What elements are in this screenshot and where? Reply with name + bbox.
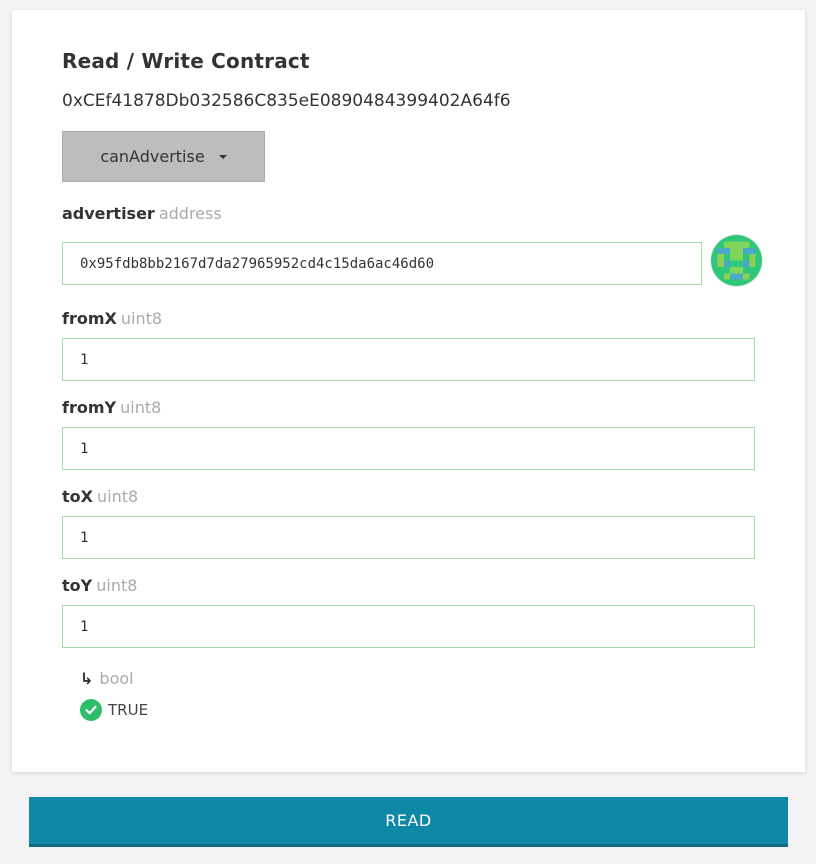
return-type: ↳ bool xyxy=(80,669,134,688)
fromX-input[interactable] xyxy=(62,338,755,381)
toY-input[interactable] xyxy=(62,605,755,648)
return-type-label: bool xyxy=(99,669,134,688)
read-button[interactable]: READ xyxy=(29,797,788,847)
param-type: address xyxy=(158,204,222,223)
caret-down-icon xyxy=(218,154,227,159)
param-label-fromX: fromX uint8 xyxy=(62,309,162,328)
param-label-advertiser: advertiser address xyxy=(62,204,222,223)
param-type: uint8 xyxy=(96,487,139,506)
return-value: TRUE xyxy=(80,699,148,721)
param-name: toY xyxy=(62,576,93,595)
fromY-input[interactable] xyxy=(62,427,755,470)
contract-address: 0xCEf41878Db032586C835eE0890484399402A64… xyxy=(62,91,511,111)
toX-input[interactable] xyxy=(62,516,755,559)
param-label-toX: toX uint8 xyxy=(62,487,138,506)
param-name: fromY xyxy=(62,398,117,417)
param-type: uint8 xyxy=(96,576,138,595)
param-name: advertiser xyxy=(62,204,155,223)
advertiser-input[interactable] xyxy=(62,242,702,285)
return-value-label: TRUE xyxy=(108,701,149,719)
param-label-toY: toY uint8 xyxy=(62,576,137,595)
identicon xyxy=(711,235,762,286)
param-type: uint8 xyxy=(120,309,163,328)
param-name: toX xyxy=(62,487,93,506)
contract-card: Read / Write Contract 0xCEf41878Db032586… xyxy=(12,10,805,772)
function-dropdown[interactable]: canAdvertise xyxy=(62,131,265,182)
param-name: fromX xyxy=(62,309,117,328)
return-arrow-icon: ↳ xyxy=(80,669,94,688)
card-title: Read / Write Contract xyxy=(62,49,310,73)
check-circle-icon xyxy=(80,699,102,721)
param-type: uint8 xyxy=(120,398,162,417)
function-dropdown-label: canAdvertise xyxy=(100,147,205,166)
param-label-fromY: fromY uint8 xyxy=(62,398,161,417)
